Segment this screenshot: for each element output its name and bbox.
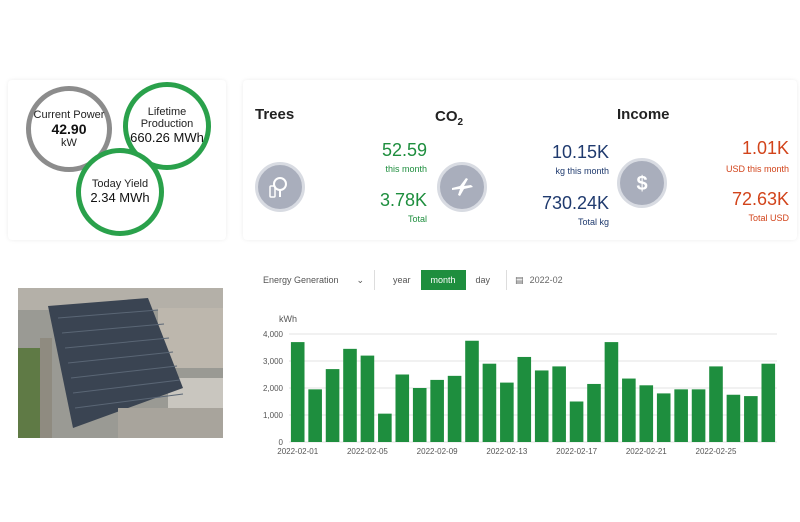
tree-icon — [255, 162, 305, 212]
trees-title: Trees — [255, 106, 295, 123]
lifetime-production-value: 660.26 MWh — [130, 130, 204, 145]
x-tick-label: 2022-02-13 — [486, 447, 527, 456]
chevron-down-icon: ⌄ — [356, 274, 364, 285]
trees-month-value: 52.59 — [381, 140, 427, 160]
bar-2022-02-24[interactable] — [691, 389, 706, 442]
energy-bar-chart: kWh 0 1,000 2,000 3,000 4,000 2022-02-01 2022-0… — [263, 314, 777, 456]
bar-2022-02-23[interactable] — [674, 389, 688, 442]
bar-2022-02-05[interactable] — [360, 355, 375, 442]
dashboard: Current Power 42.90 kW Lifetime Producti… — [0, 0, 800, 522]
co2-title-subscript: 2 — [457, 117, 464, 128]
x-tick-label: 2022-02-09 — [417, 447, 458, 456]
site-aerial-photo — [18, 288, 223, 438]
bar-2022-02-09[interactable] — [430, 379, 444, 442]
bar-2022-02-07[interactable] — [395, 374, 410, 443]
airplane-icon — [437, 162, 487, 212]
bar-2022-02-20[interactable] — [622, 378, 636, 442]
bar-2022-02-18[interactable] — [587, 383, 601, 442]
power-summary-card: Current Power 42.90 kW Lifetime Producti… — [8, 80, 226, 240]
chart-toolbar: Energy Generation ⌄ year month day ▤ 202… — [255, 270, 651, 290]
bar-2022-02-08[interactable] — [412, 388, 427, 442]
bar-2022-02-06[interactable] — [378, 413, 392, 442]
co2-total-value: 730.24K — [541, 193, 609, 213]
energy-chart-card: Energy Generation ⌄ year month day ▤ 202… — [243, 260, 797, 500]
bar-2022-02-14[interactable] — [517, 356, 532, 442]
environmental-stats-card: Trees 52.59 this month 3.78K Total CO2 1… — [243, 80, 797, 240]
current-power-value: 42.90 — [51, 121, 87, 137]
bar-2022-02-21[interactable] — [639, 385, 654, 442]
bar-2022-02-25[interactable] — [709, 366, 723, 442]
bar-2022-02-19[interactable] — [604, 342, 619, 442]
trees-total-value: 3.78K — [379, 190, 427, 210]
income-month-label: USD this month — [725, 164, 789, 174]
income-total-label: Total USD — [748, 213, 789, 223]
metric-select[interactable]: Energy Generation ⌄ — [255, 270, 375, 290]
lifetime-label-line1: Lifetime — [147, 106, 187, 118]
income-month-value: 1.01K — [741, 138, 789, 158]
bar-2022-02-03[interactable] — [325, 369, 340, 442]
x-tick-label: 2022-02-01 — [277, 447, 318, 456]
bar-2022-02-26[interactable] — [726, 394, 741, 442]
bar-2022-02-04[interactable] — [343, 348, 357, 442]
bar-2022-02-02[interactable] — [308, 389, 322, 442]
period-toggle: year month day — [383, 270, 500, 290]
bar-2022-02-15[interactable] — [534, 370, 549, 442]
co2-month-value: 10.15K — [551, 142, 609, 162]
bar-2022-02-22[interactable] — [656, 393, 671, 442]
period-day-button[interactable]: day — [466, 270, 501, 290]
trees-total-label: Total — [407, 214, 427, 224]
date-picker-value: 2022-02 — [529, 275, 563, 285]
co2-month-label: kg this month — [555, 166, 609, 176]
today-yield-value: 2.34 MWh — [90, 190, 150, 205]
period-month-button[interactable]: month — [420, 270, 466, 290]
x-tick-label: 2022-02-17 — [556, 447, 597, 456]
bar-2022-02-16[interactable] — [552, 366, 566, 442]
calendar-icon: ▤ — [515, 274, 524, 285]
co2-total-label: Total kg — [577, 217, 609, 227]
bar-2022-02-28[interactable] — [761, 363, 776, 442]
current-power-label: Current Power — [33, 109, 105, 121]
x-tick-label: 2022-02-05 — [347, 447, 388, 456]
current-power-unit: kW — [61, 137, 77, 149]
income-title: Income — [617, 106, 670, 123]
y-tick-label: 0 — [279, 438, 284, 447]
dollar-icon: $ — [617, 158, 667, 208]
bar-2022-02-10[interactable] — [447, 375, 462, 442]
bar-2022-02-01[interactable] — [290, 342, 305, 442]
trees-month-label: this month — [385, 164, 427, 174]
metric-select-value: Energy Generation — [263, 275, 339, 285]
today-yield-label: Today Yield — [91, 178, 149, 190]
period-year-button[interactable]: year — [383, 270, 421, 290]
x-tick-label: 2022-02-25 — [696, 447, 737, 456]
y-tick-label: 4,000 — [263, 330, 284, 339]
date-picker[interactable]: ▤ 2022-02 — [506, 270, 651, 290]
today-yield-ring: Today Yield 2.34 MWh — [76, 148, 164, 236]
bar-2022-02-12[interactable] — [482, 363, 497, 442]
lifetime-label-line2: Production — [140, 118, 194, 130]
income-total-value: 72.63K — [731, 189, 789, 209]
bar-2022-02-13[interactable] — [500, 382, 514, 442]
co2-title-text: CO — [435, 108, 458, 125]
y-tick-label: 1,000 — [263, 411, 284, 420]
bar-2022-02-11[interactable] — [465, 340, 479, 442]
y-tick-label: 3,000 — [263, 357, 284, 366]
bar-2022-02-27[interactable] — [744, 396, 758, 442]
y-axis-label: kWh — [279, 314, 297, 324]
svg-text:$: $ — [636, 173, 647, 195]
x-tick-label: 2022-02-21 — [626, 447, 667, 456]
bar-2022-02-17[interactable] — [569, 401, 584, 443]
co2-title: CO2 — [435, 108, 463, 128]
y-tick-label: 2,000 — [263, 384, 284, 393]
